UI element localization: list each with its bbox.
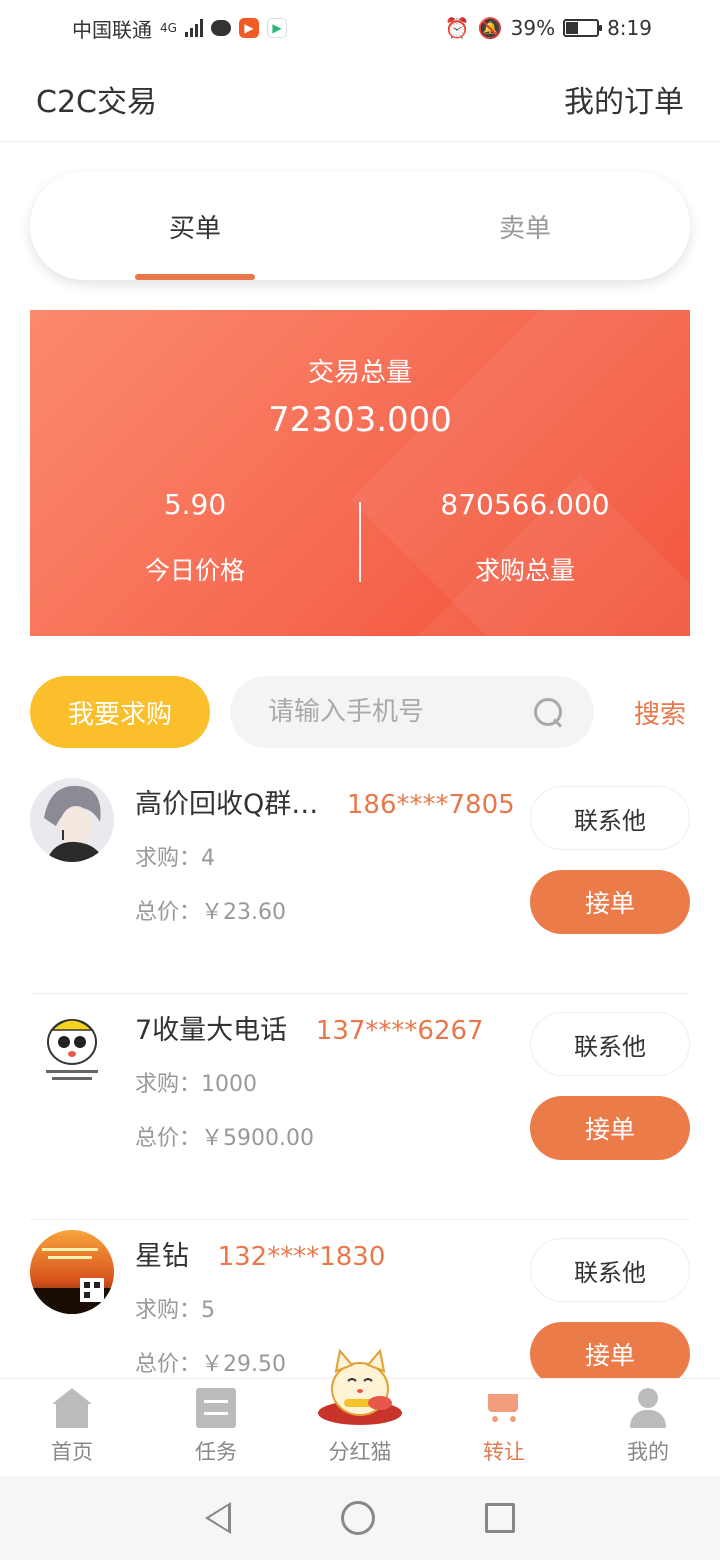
status-left: 中国联通 4G ▶ ▶	[72, 14, 287, 43]
nav-lucky-cat-label: 分红猫	[328, 1440, 392, 1464]
avatar-image	[30, 778, 114, 862]
today-price-label: 今日价格	[144, 556, 245, 585]
system-nav-bar	[0, 1476, 720, 1560]
accept-order-button[interactable]: 接单	[530, 870, 690, 934]
page-title: C2C交易	[36, 84, 157, 120]
total-volume-value: 72303.000	[268, 400, 452, 440]
signal-icon	[184, 19, 203, 37]
avatar[interactable]	[30, 1230, 114, 1314]
order-total-price: 总价：￥5900.00	[135, 1126, 314, 1151]
order-quantity: 求购：1000	[135, 1072, 257, 1097]
nav-tasks[interactable]: 任务	[144, 1379, 288, 1476]
back-icon[interactable]	[205, 1502, 231, 1534]
today-price-value: 5.90	[163, 488, 227, 521]
nav-transfer-label: 转让	[483, 1440, 525, 1464]
avatar-image	[30, 1004, 114, 1088]
search-box	[230, 676, 594, 748]
user-name-text: 高价回收Q群…	[135, 789, 319, 820]
accept-order-button[interactable]: 接单	[530, 1096, 690, 1160]
network-type: 4G	[160, 21, 177, 35]
total-volume-label: 交易总量	[307, 358, 412, 388]
order-user-name: 高价回收Q群… 186****7805	[135, 782, 515, 821]
nav-mine-label: 我的	[627, 1440, 669, 1464]
stats-card: 交易总量 72303.000 5.90 今日价格 870566.000 求购总量	[30, 310, 690, 636]
carrier-name: 中国联通	[72, 17, 152, 42]
bottom-nav: 首页 任务 分红猫 转让 我的	[0, 1348, 720, 1476]
contact-button[interactable]: 联系他	[530, 1012, 690, 1076]
task-icon	[196, 1388, 236, 1428]
list-item: 7收量大电话 137****6267 求购：1000 总价：￥5900.00 联…	[30, 994, 690, 1220]
battery-level	[566, 22, 578, 34]
order-user-name: 7收量大电话 137****6267	[135, 1008, 484, 1047]
status-bar: 中国联通 4G ▶ ▶ ⏰ 🔕 39% 8:19	[0, 0, 720, 56]
action-row: 我要求购 搜索	[30, 676, 690, 748]
home-icon	[52, 1388, 92, 1428]
user-name-text: 星钻	[135, 1241, 189, 1272]
user-name-text: 7收量大电话	[135, 1015, 288, 1046]
order-quantity: 求购：4	[135, 846, 215, 871]
contact-button[interactable]: 联系他	[530, 1238, 690, 1302]
alarm-icon: ⏰	[444, 16, 470, 40]
nav-lucky-cat[interactable]: 分红猫	[288, 1348, 432, 1476]
request-purchase-button[interactable]: 我要求购	[30, 676, 210, 748]
avatar-image	[30, 1230, 114, 1314]
order-total-price: 总价：￥23.60	[135, 900, 286, 925]
user-icon	[628, 1388, 668, 1428]
nav-home[interactable]: 首页	[0, 1379, 144, 1476]
clock: 8:19	[607, 16, 652, 40]
nav-mine[interactable]: 我的	[576, 1379, 720, 1476]
play-app-icon: ▶	[266, 18, 287, 38]
video-app-icon: ▶	[238, 18, 259, 38]
order-type-tabs: 买单 卖单	[30, 172, 690, 280]
search-button[interactable]: 搜索	[634, 694, 686, 731]
order-user-name: 星钻 132****1830	[135, 1234, 385, 1273]
message-icon	[210, 20, 231, 36]
demand-total-label: 求购总量	[474, 556, 575, 585]
accept-order-button[interactable]: 接单	[530, 1322, 690, 1386]
my-orders-link[interactable]: 我的订单	[564, 77, 684, 121]
order-quantity: 求购：5	[135, 1298, 215, 1323]
home-circle-icon[interactable]	[341, 1501, 375, 1535]
avatar[interactable]	[30, 1004, 114, 1088]
battery-icon	[563, 19, 603, 37]
app-header: C2C交易 我的订单	[0, 56, 720, 142]
nav-tasks-label: 任务	[195, 1440, 237, 1464]
mute-icon: 🔕	[477, 16, 503, 40]
contact-button[interactable]: 联系他	[530, 786, 690, 850]
demand-total-value: 870566.000	[440, 488, 610, 521]
phone-search-input[interactable]	[268, 697, 508, 727]
demand-total: 870566.000 求购总量	[360, 488, 690, 587]
tab-sell-orders[interactable]: 卖单	[360, 172, 690, 280]
search-icon[interactable]	[532, 696, 564, 728]
nav-transfer[interactable]: 转让	[432, 1379, 576, 1476]
user-phone: 132****1830	[217, 1242, 386, 1272]
nav-home-label: 首页	[51, 1440, 93, 1464]
tab-buy-orders[interactable]: 买单	[30, 172, 360, 280]
cart-icon	[484, 1388, 524, 1428]
recent-apps-icon[interactable]	[485, 1503, 515, 1533]
user-phone: 137****6267	[315, 1016, 484, 1046]
lucky-cat-icon	[318, 1348, 402, 1425]
status-right: ⏰ 🔕 39% 8:19	[445, 16, 652, 40]
list-item: 高价回收Q群… 186****7805 求购：4 总价：￥23.60 联系他 接…	[30, 768, 690, 994]
user-phone: 186****7805	[346, 790, 515, 820]
today-price: 5.90 今日价格	[30, 488, 360, 587]
battery-percent: 39%	[510, 16, 556, 40]
order-total-price: 总价：￥29.50	[135, 1352, 286, 1377]
avatar[interactable]	[30, 778, 114, 862]
